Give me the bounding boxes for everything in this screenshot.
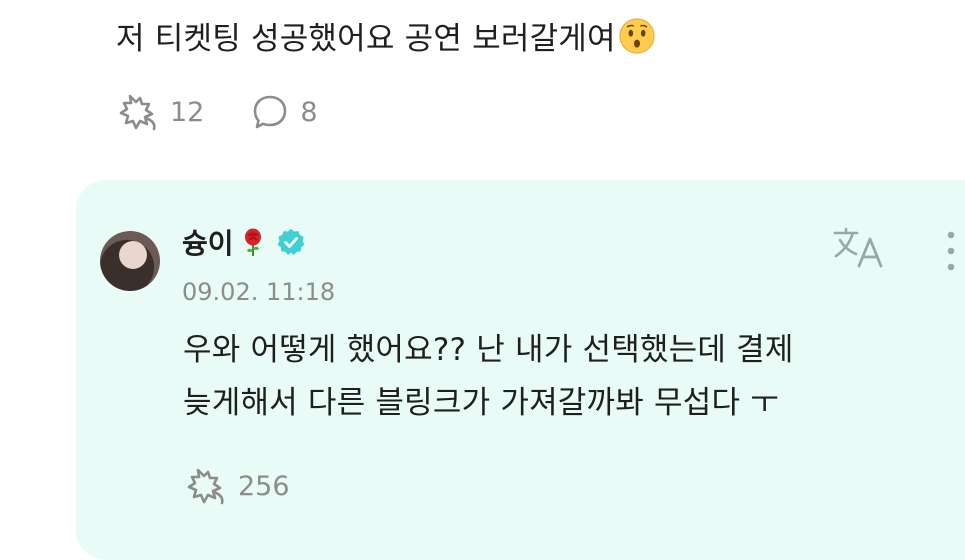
- reply-actions: 256: [184, 466, 290, 506]
- reply-like-button[interactable]: 256: [184, 466, 290, 506]
- reply-author-row: 슝이: [182, 222, 306, 262]
- post-actions: 12 8: [116, 92, 318, 132]
- post-comment-count: 8: [300, 96, 318, 128]
- post-like-count: 12: [170, 96, 205, 128]
- reply-text-line-1: 우와 어떻게 했어요?? 난 내가 선택했는데 결제: [183, 332, 794, 368]
- post-comment-button[interactable]: 8: [250, 92, 318, 132]
- translate-icon: [833, 227, 883, 268]
- verified-badge-icon: [277, 229, 304, 255]
- post-text: 저 티켓팅 성공했어요 공연 보러갈게여: [116, 14, 656, 64]
- comment-icon: [254, 95, 287, 129]
- like-icon: [119, 94, 156, 131]
- reply-like-count: 256: [238, 470, 290, 502]
- avatar[interactable]: [100, 231, 160, 291]
- hushed-face-emoji: [619, 18, 655, 54]
- more-vertical-icon: [947, 231, 955, 271]
- reply-timestamp: 09.02. 11:18: [182, 278, 336, 306]
- more-options-button[interactable]: [944, 230, 958, 278]
- reply-author-name[interactable]: 슝이: [182, 222, 234, 262]
- reply-text: 우와 어떻게 했어요?? 난 내가 선택했는데 결제 늦게해서 다른 블링크가 …: [183, 324, 794, 430]
- translate-button[interactable]: [832, 226, 886, 274]
- reply-text-line-2: 늦게해서 다른 블링크가 가져갈까봐 무섭다 ㅜ: [183, 385, 779, 421]
- rose-emoji: [244, 228, 261, 256]
- post-like-button[interactable]: 12: [116, 92, 204, 132]
- like-icon: [187, 468, 224, 505]
- post-text-body: 저 티켓팅 성공했어요 공연 보러갈게여: [116, 21, 616, 57]
